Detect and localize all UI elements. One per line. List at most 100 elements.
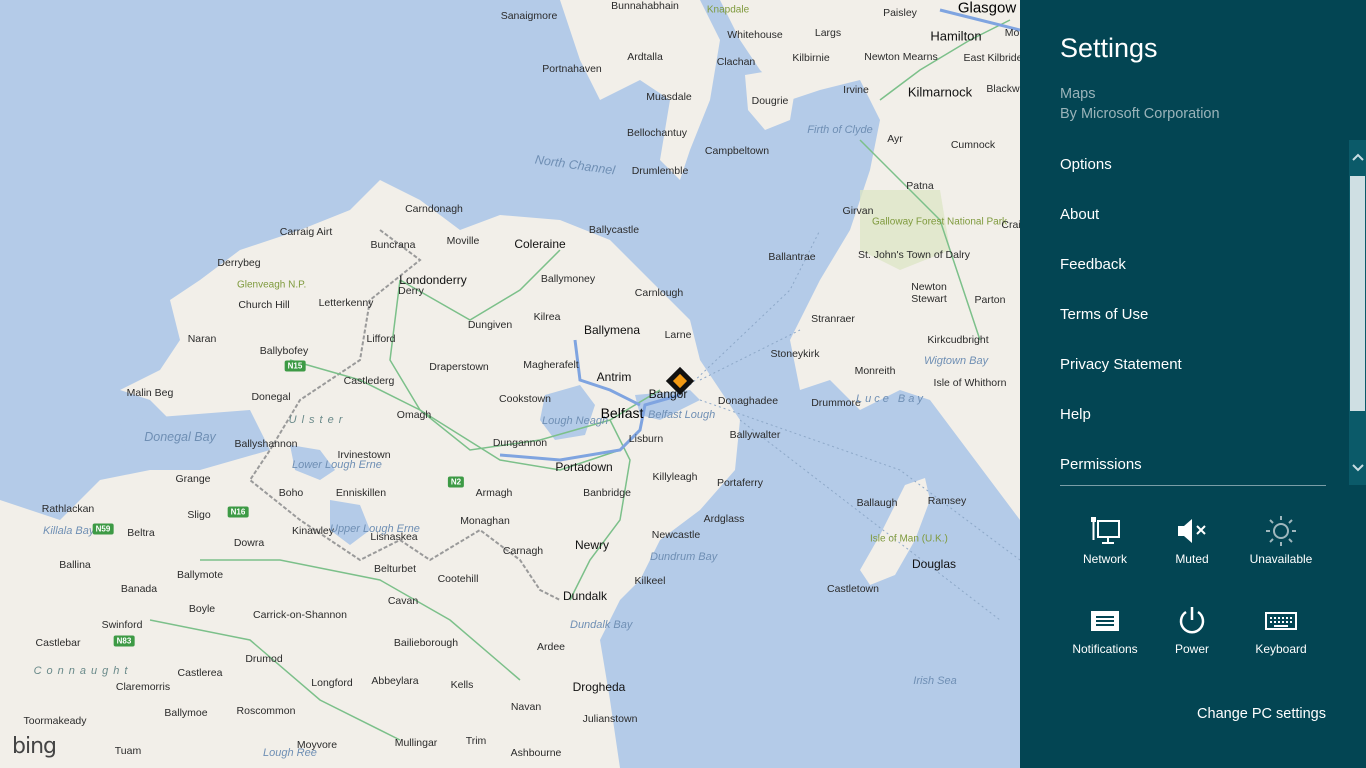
- map-label: Stoneykirk: [770, 348, 820, 360]
- map-label: Castlerea: [177, 667, 223, 679]
- map-label: Glenveagh N.P.: [237, 279, 307, 291]
- map-label: Ballantrae: [768, 251, 816, 263]
- map-label: Portnahaven: [542, 63, 602, 75]
- map-label: Naran: [187, 333, 217, 345]
- map-label: Isle of Whithorn: [933, 377, 1007, 389]
- map-label: Armagh: [475, 487, 513, 499]
- map-label: Kilkeel: [634, 575, 666, 587]
- scroll-up-arrow-icon[interactable]: [1349, 140, 1366, 174]
- map-label: Killala Bay: [43, 525, 95, 537]
- map-label: Ballaugh: [856, 497, 898, 509]
- map-label: Dougrie: [751, 95, 789, 107]
- tile-label: Muted: [1175, 552, 1209, 566]
- keyboard-tile[interactable]: Keyboard: [1236, 604, 1326, 656]
- map-label: Tuam: [114, 745, 142, 757]
- map-label: Kilmarnock: [907, 84, 973, 100]
- map-label: Ballywalter: [729, 429, 781, 441]
- map-label: Carnlough: [634, 287, 684, 299]
- power-tile[interactable]: Power: [1147, 604, 1237, 656]
- map-label: Ballymena: [583, 323, 641, 337]
- map-label: Navan: [510, 701, 542, 713]
- map-label: Carndonagh: [405, 203, 463, 215]
- change-pc-settings-link[interactable]: Change PC settings: [1197, 706, 1326, 722]
- map-label: Drumlemble: [631, 165, 689, 177]
- scrollbar[interactable]: [1349, 140, 1366, 485]
- map-label: Castlederg: [343, 375, 395, 387]
- map-label: Kilrea: [533, 311, 561, 323]
- map-label: Sligo: [187, 509, 211, 521]
- map-label: Lisnaskea: [370, 531, 418, 543]
- map-label: Omagh: [396, 409, 432, 421]
- map-label: Malin Beg: [126, 387, 174, 399]
- map-label: Mullingar: [394, 737, 438, 749]
- map-label: Lower Lough Erne: [292, 459, 382, 471]
- menu-item-privacy-statement[interactable]: Privacy Statement: [1060, 356, 1182, 373]
- map-label: Killyleagh: [652, 471, 698, 483]
- map-label: Crai: [1001, 219, 1020, 231]
- map-label: Dungiven: [467, 319, 513, 331]
- map-label: Dundalk: [562, 589, 608, 603]
- network-tile[interactable]: Network: [1060, 514, 1150, 566]
- map-label: Isle of Man (U.K.): [870, 533, 948, 545]
- map-label: Kells: [450, 679, 474, 691]
- map-label: Drumod: [245, 653, 283, 665]
- map-label: Lough Ree: [263, 747, 317, 759]
- map-label: Ballymoney: [540, 273, 596, 285]
- map-label: Ballina: [59, 559, 91, 571]
- map-terrain: [0, 0, 1020, 768]
- map-label: Trim: [465, 735, 487, 747]
- menu-item-about[interactable]: About: [1060, 206, 1099, 223]
- network-icon: [1060, 514, 1150, 548]
- volume-tile[interactable]: Muted: [1147, 514, 1237, 566]
- app-publisher: By Microsoft Corporation: [1060, 106, 1220, 122]
- map-label: Banada: [120, 583, 158, 595]
- notifications-tile[interactable]: Notifications: [1060, 604, 1150, 656]
- menu-item-help[interactable]: Help: [1060, 406, 1091, 423]
- map-label: Paisley: [883, 7, 917, 19]
- scroll-down-arrow-icon[interactable]: [1349, 451, 1366, 485]
- map-label: Donaghadee: [717, 395, 779, 407]
- map-label: Stranraer: [811, 313, 855, 325]
- map-label: Knapdale: [706, 4, 750, 16]
- map-label: Roscommon: [236, 705, 296, 717]
- map-label: Ramsey: [927, 495, 967, 507]
- map-label: Newcastle: [651, 529, 701, 541]
- map-label: Kirkcudbright: [927, 334, 989, 346]
- menu-item-terms-of-use[interactable]: Terms of Use: [1060, 306, 1148, 323]
- settings-pane: Settings Maps By Microsoft Corporation O…: [1020, 0, 1366, 768]
- menu-item-feedback[interactable]: Feedback: [1060, 256, 1126, 273]
- map-label: Drummore: [811, 397, 861, 409]
- map-label: Bailieborough: [393, 637, 459, 649]
- map-label: Ballybofey: [259, 345, 309, 357]
- map-label: Irish Sea: [913, 675, 957, 687]
- map-label: Ballymoe: [164, 707, 208, 719]
- tile-label: Network: [1082, 552, 1127, 566]
- map-label: Magherafelt: [523, 359, 579, 371]
- scroll-thumb[interactable]: [1350, 176, 1365, 411]
- map-label: Irvine: [843, 84, 869, 96]
- map-label: Largs: [814, 27, 842, 39]
- map-label: Galloway Forest National Park: [872, 216, 1007, 228]
- brightness-tile[interactable]: Unavailable: [1236, 514, 1326, 566]
- map-canvas[interactable]: Sanaigmore Bunnahabhain Knapdale Paisley…: [0, 0, 1020, 768]
- map-label: Ardtalla: [627, 51, 663, 63]
- map-label: Newry: [574, 538, 610, 552]
- road-shield: N83: [113, 635, 135, 647]
- menu-item-options[interactable]: Options: [1060, 156, 1112, 173]
- map-label: Dundalk Bay: [570, 619, 633, 631]
- map-label: Carrick-on-Shannon: [253, 609, 347, 621]
- menu-item-permissions[interactable]: Permissions: [1060, 456, 1142, 473]
- map-label: Letterkenny: [318, 297, 374, 309]
- keyboard-icon: [1236, 604, 1326, 638]
- map-label: Blackw: [986, 83, 1020, 95]
- map-label: Ardglass: [703, 513, 745, 525]
- map-label: Antrim: [596, 370, 632, 384]
- brightness-icon: [1236, 514, 1326, 548]
- map-label: Drogheda: [572, 680, 626, 694]
- map-label: Kilbirnie: [792, 52, 830, 64]
- notifications-icon: [1060, 604, 1150, 638]
- map-label: Beltra: [127, 527, 155, 539]
- speaker-muted-icon: [1147, 514, 1237, 548]
- map-label: Girvan: [842, 205, 874, 217]
- map-label: Monaghan: [460, 515, 510, 527]
